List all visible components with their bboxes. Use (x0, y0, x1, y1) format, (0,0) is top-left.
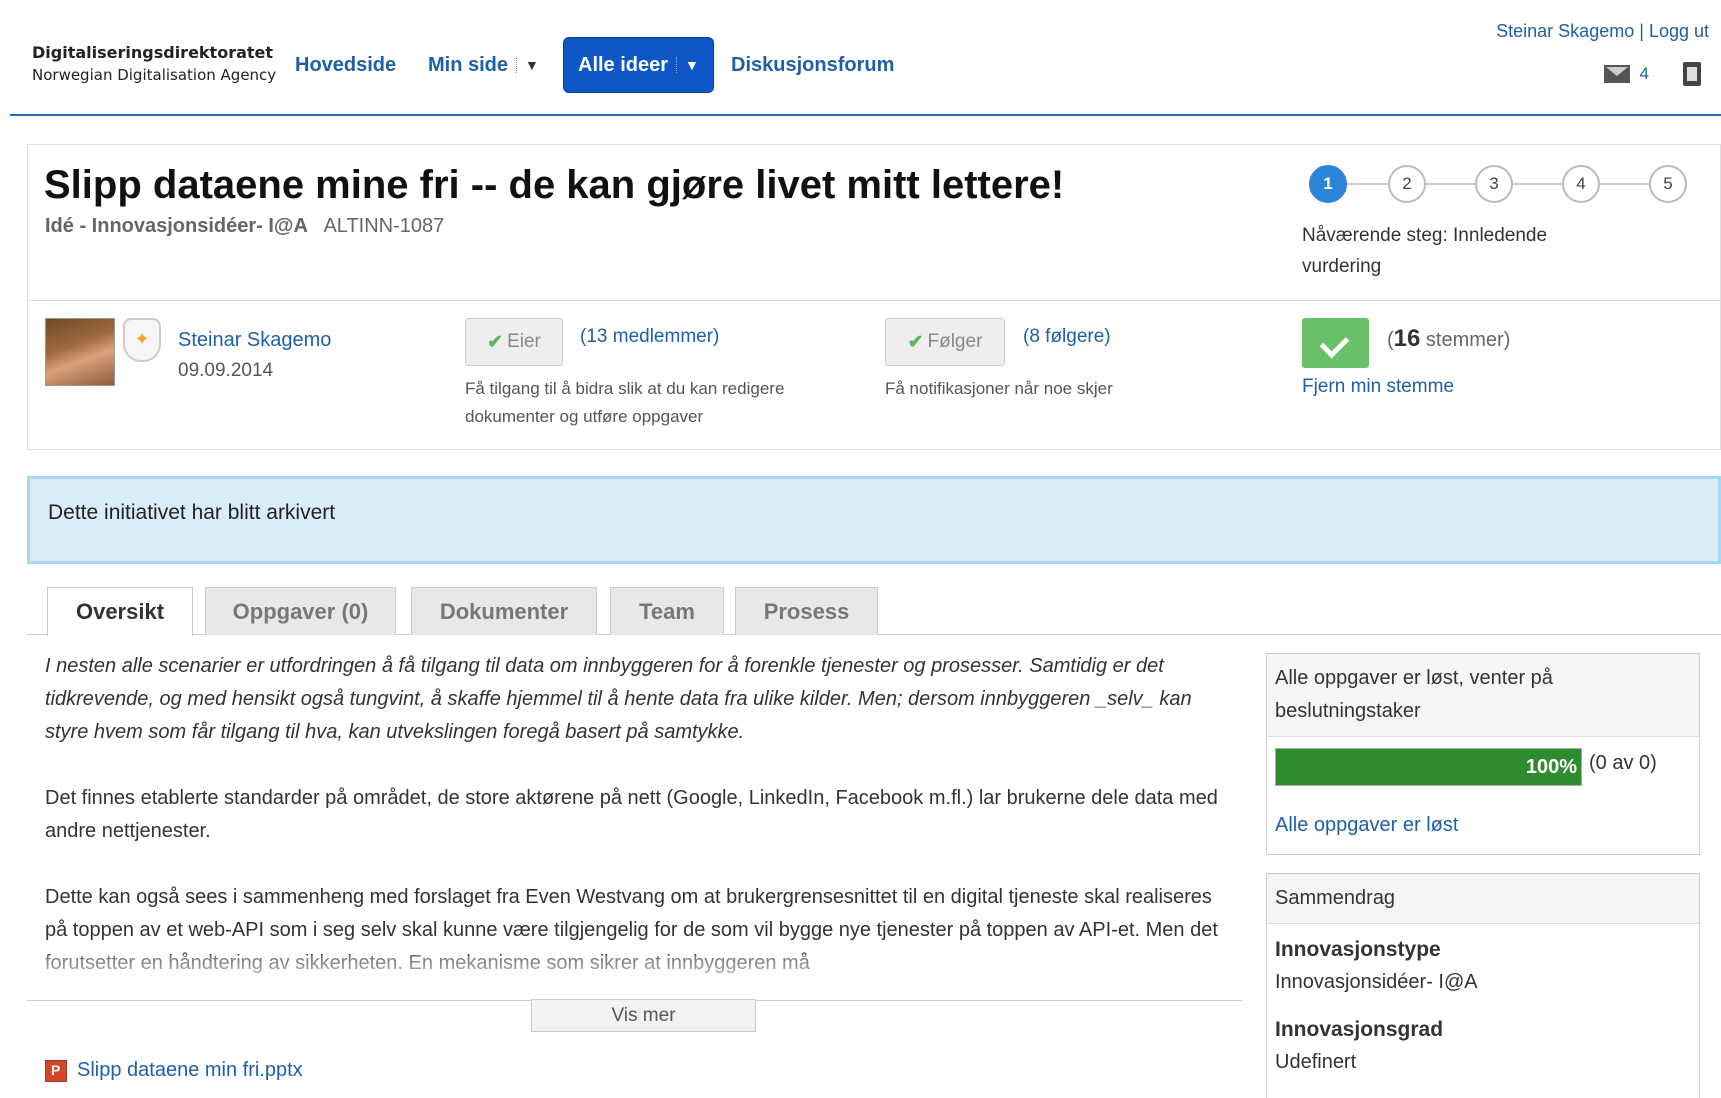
nav-hovedside[interactable]: Hovedside (295, 37, 396, 93)
owner-button-label: Eier (507, 331, 541, 352)
archived-alert: Dette initiativet har blitt arkivert (27, 476, 1721, 564)
all-tasks-solved-link[interactable]: Alle oppgaver er løst (1275, 814, 1458, 837)
clipboard-icon[interactable] (1683, 62, 1701, 86)
tasks-progress-fill: 100% (1276, 749, 1581, 785)
idea-type: Idé - Innovasjonsidéer- I@A (45, 215, 308, 237)
current-step-note: Nåværende steg: Innledende vurdering (1302, 225, 1548, 277)
message-count[interactable]: 4 (1640, 64, 1649, 84)
step-4[interactable]: 4 (1562, 165, 1600, 203)
follow-button[interactable]: ✔ Følger (885, 318, 1005, 366)
idea-title: Slipp dataene mine fri -- de kan gjøre l… (44, 163, 1065, 207)
content-tabs: Oversikt Oppgaver (0) Dokumenter Team Pr… (27, 587, 1721, 636)
notifications: 4 (1603, 62, 1701, 86)
vote-number: 16 (1393, 325, 1421, 352)
idea-header: Slipp dataene mine fri -- de kan gjøre l… (27, 144, 1721, 300)
brand-subtitle: Norwegian Digitalisation Agency (32, 66, 277, 84)
members-link[interactable]: (13 medlemmer) (580, 326, 719, 348)
archived-alert-text: Dette initiativet har blitt arkivert (48, 501, 336, 524)
innovation-type-value: Innovasjonsidéer- I@A (1275, 971, 1478, 993)
summary-box: Sammendrag Innovasjonstype Innovasjonsid… (1266, 873, 1700, 1098)
step-2[interactable]: 2 (1388, 165, 1426, 203)
summary-header: Sammendrag (1267, 874, 1699, 924)
brand-name: Digitaliseringsdirektoratet (32, 43, 274, 62)
user-name-link[interactable]: Steinar Skagemo (1496, 21, 1634, 41)
nav-min-side[interactable]: Min side ▼ (428, 37, 539, 93)
description-paragraph: Det finnes etablerte standarder på områd… (45, 787, 1218, 842)
tasks-progress-label: 100% (1525, 755, 1577, 778)
tasks-progress-count: (0 av 0) (1589, 752, 1657, 774)
show-more-button[interactable]: Vis mer (531, 999, 756, 1032)
innovation-type-label: Innovasjonstype (1275, 938, 1441, 961)
nav-alle-ideer[interactable]: Alle ideer ▼ (563, 37, 714, 93)
description-intro: I nesten alle scenarier er utfordringen … (45, 655, 1192, 743)
logout-link[interactable]: Logg ut (1649, 21, 1709, 41)
followers-link[interactable]: (8 følgere) (1023, 326, 1111, 348)
idea-subtitle: Idé - Innovasjonsidéer- I@A ALTINN-1087 (45, 215, 444, 238)
user-links-separator: | (1639, 21, 1644, 41)
chevron-down-icon[interactable]: ▼ (676, 57, 699, 73)
innovation-degree-label: Innovasjonsgrad (1275, 1018, 1444, 1041)
user-links: Steinar Skagemo | Logg ut (1496, 21, 1709, 42)
nav-diskusjonsforum[interactable]: Diskusjonsforum (731, 37, 894, 93)
attachment-name: Slipp dataene min fri.pptx (77, 1059, 303, 1081)
idea-meta: ✦ Steinar Skagemo 09.09.2014 ✔ Eier (13 … (27, 300, 1721, 450)
vote-suffix: stemmer) (1420, 329, 1511, 351)
tab-oppgaver[interactable]: Oppgaver (0) (205, 587, 396, 635)
remove-vote-link[interactable]: Fjern min stemme (1302, 376, 1454, 398)
created-date: 09.09.2014 (178, 360, 274, 381)
check-icon: ✔ (487, 331, 504, 353)
step-1[interactable]: 1 (1309, 165, 1347, 203)
vote-button[interactable] (1302, 318, 1369, 368)
chevron-down-icon[interactable]: ▼ (516, 57, 539, 73)
attachment-link[interactable]: Slipp dataene min fri.pptx (45, 1059, 303, 1082)
nav-diskusjonsforum-label: Diskusjonsforum (731, 53, 895, 76)
tab-prosess[interactable]: Prosess (735, 587, 878, 635)
nav-min-side-label: Min side (428, 53, 509, 76)
process-steps: 1 2 3 4 5 (1309, 165, 1689, 205)
badge-shield-icon: ✦ (123, 318, 161, 362)
owner-button[interactable]: ✔ Eier (465, 318, 563, 366)
nav-alle-ideer-label: Alle ideer (578, 53, 669, 76)
tab-dokumenter[interactable]: Dokumenter (411, 587, 597, 635)
tab-oversikt[interactable]: Oversikt (47, 587, 193, 636)
owner-note: Få tilgang til å bidra slik at du kan re… (465, 379, 785, 426)
avatar[interactable] (45, 318, 115, 386)
step-3[interactable]: 3 (1475, 165, 1513, 203)
tasks-status-header: Alle oppgaver er løst, venter på beslutn… (1267, 654, 1699, 737)
description-fade (27, 955, 1242, 1000)
idea-id: ALTINN-1087 (323, 215, 445, 237)
powerpoint-file-icon (45, 1059, 67, 1082)
vote-prefix: ( (1387, 329, 1394, 351)
top-navigation-bar: Digitaliseringsdirektoratet Norwegian Di… (10, 10, 1721, 116)
brand-logo[interactable]: Digitaliseringsdirektoratet Norwegian Di… (32, 43, 276, 84)
nav-hovedside-label: Hovedside (295, 53, 397, 76)
check-icon: ✔ (907, 331, 924, 353)
follow-note: Få notifikasjoner når noe skjer (885, 379, 1113, 398)
follow-button-label: Følger (927, 331, 983, 352)
tasks-status-box: Alle oppgaver er løst, venter på beslutn… (1266, 653, 1700, 855)
author-link[interactable]: Steinar Skagemo (178, 329, 331, 352)
tasks-progress-bar: 100% (1275, 748, 1582, 786)
step-5[interactable]: 5 (1649, 165, 1687, 203)
innovation-degree-value: Udefinert (1275, 1051, 1357, 1073)
vote-count: (16 stemmer) (1387, 325, 1510, 353)
envelope-icon[interactable] (1603, 65, 1630, 83)
tab-team[interactable]: Team (610, 587, 724, 635)
